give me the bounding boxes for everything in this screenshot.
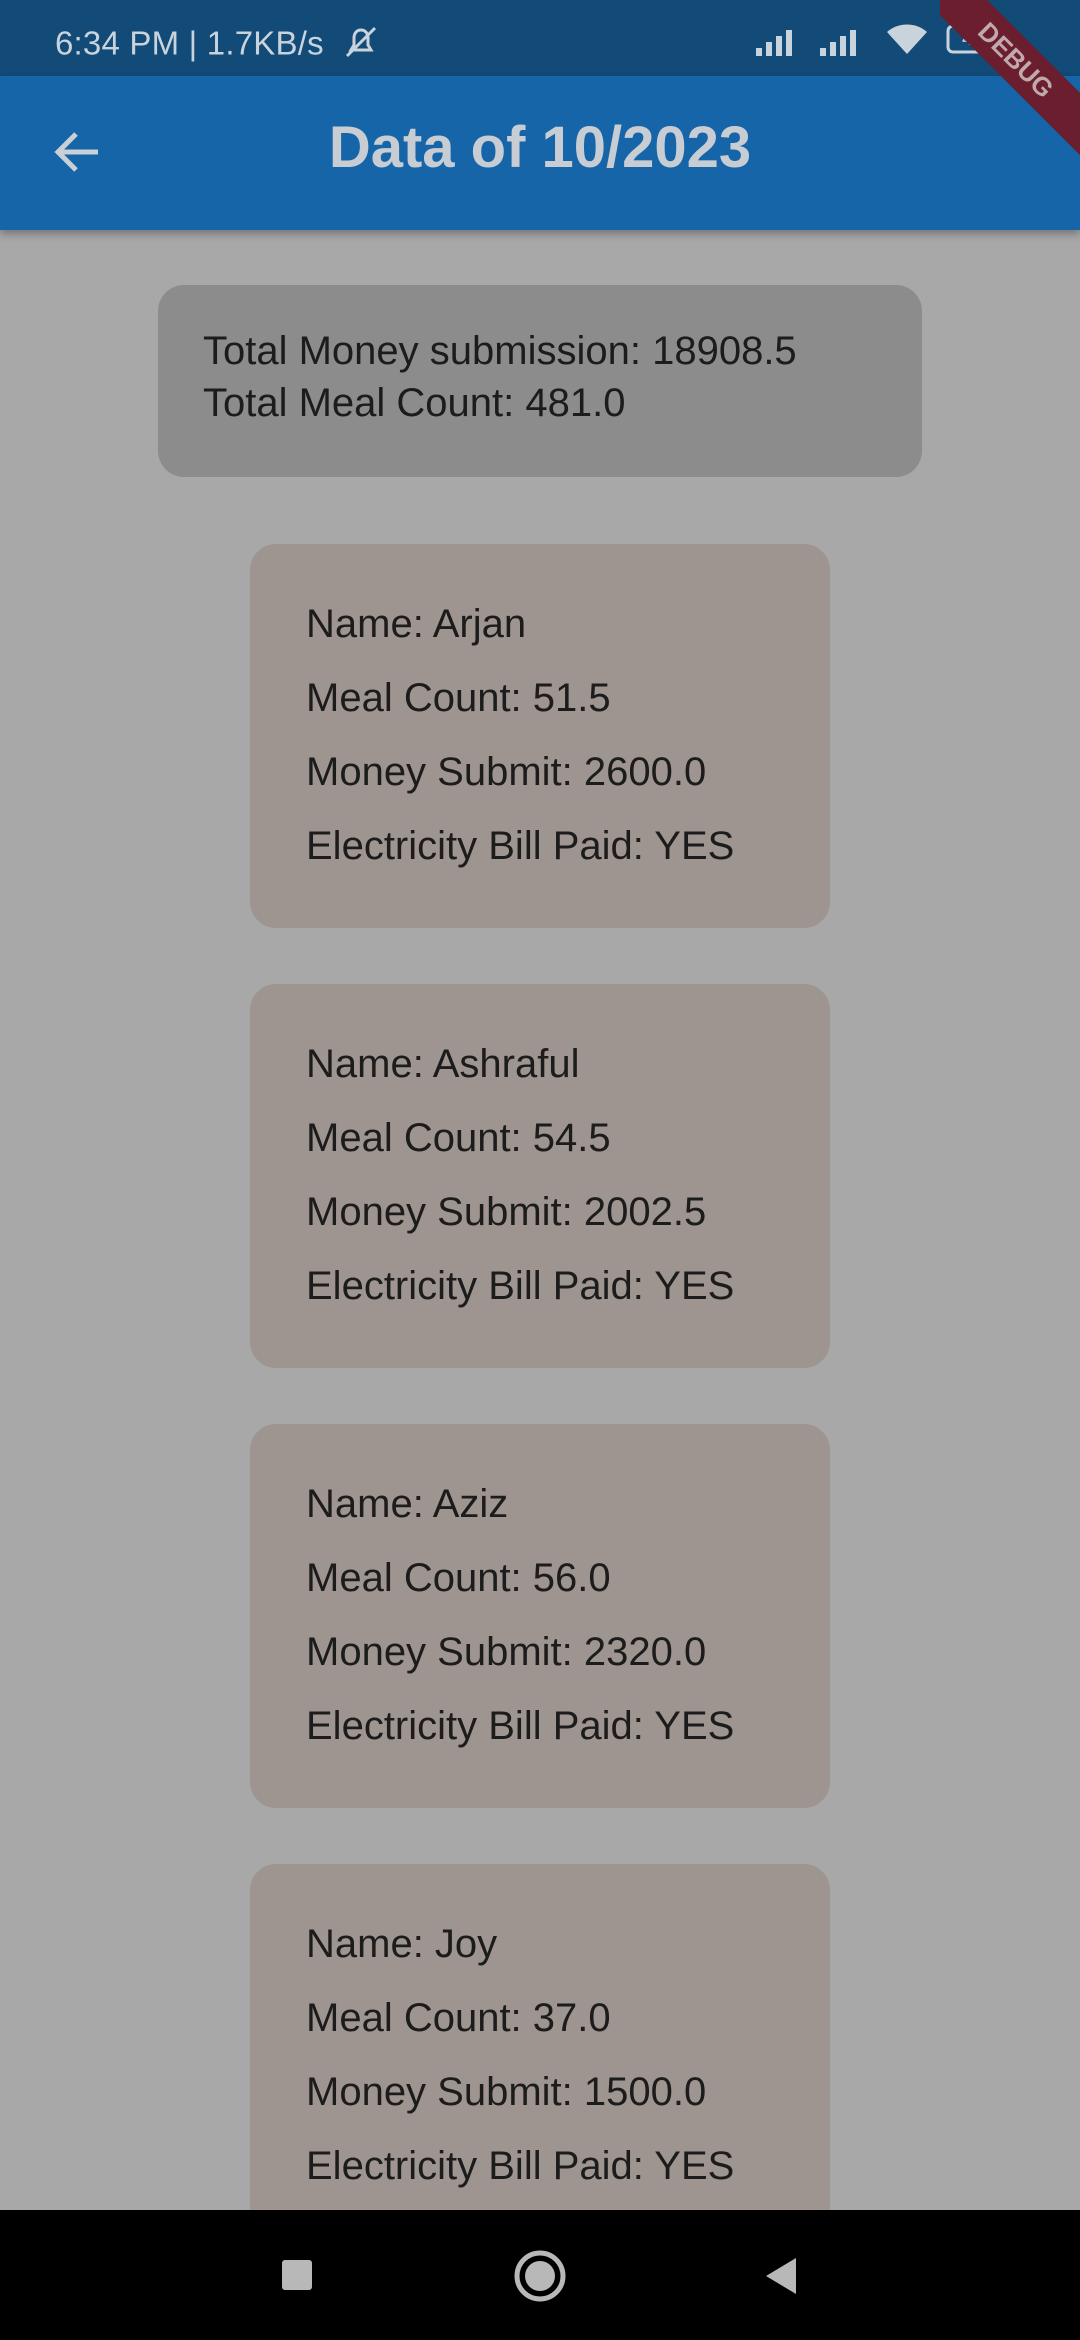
- status-time-text: 6:34 PM | 1.7KB/s: [55, 24, 324, 62]
- member-name: Name: Arjan: [306, 602, 527, 646]
- member-name: Name: Joy: [306, 1922, 498, 1966]
- debug-banner-clip: DEBUG: [940, 0, 1080, 160]
- square-icon: [282, 2260, 312, 2290]
- page-title: Data of 10/2023: [328, 115, 752, 180]
- member-bill-paid: Electricity Bill Paid: YES: [306, 1264, 735, 1308]
- total-money-text: Total Money submission: 18908.5: [203, 329, 797, 373]
- member-money-submit: Money Submit: 1500.0: [306, 2070, 707, 2114]
- member-meal-count: Meal Count: 51.5: [306, 676, 611, 720]
- member-meal-count: Meal Count: 56.0: [306, 1556, 611, 1600]
- member-meal-count: Meal Count: 37.0: [306, 1996, 611, 2040]
- member-bill-paid: Electricity Bill Paid: YES: [306, 824, 735, 868]
- recent-apps-button[interactable]: [280, 2258, 314, 2297]
- app-bar: Data of 10/2023: [0, 76, 1080, 230]
- wifi-icon: [884, 22, 930, 61]
- home-button[interactable]: [512, 2248, 568, 2309]
- system-nav-bar: [0, 2210, 1080, 2340]
- cell-signal-icon-2: [820, 26, 868, 61]
- member-money-submit: Money Submit: 2320.0: [306, 1630, 707, 1674]
- member-card: Name: Ashraful Meal Count: 54.5 Money Su…: [250, 984, 830, 1368]
- member-bill-paid: Electricity Bill Paid: YES: [306, 1704, 735, 1748]
- member-meal-count: Meal Count: 54.5: [306, 1116, 611, 1160]
- member-money-submit: Money Submit: 2002.5: [306, 1190, 707, 1234]
- member-card: Name: Joy Meal Count: 37.0 Money Submit:…: [250, 1864, 830, 2248]
- status-time: 6:34 PM | 1.7KB/s: [55, 24, 381, 68]
- member-name: Name: Ashraful: [306, 1042, 580, 1086]
- circle-icon: [514, 2250, 566, 2302]
- triangle-back-icon: [766, 2258, 796, 2294]
- member-bill-paid: Electricity Bill Paid: YES: [306, 2144, 735, 2188]
- summary-card: Total Money submission: 18908.5 Total Me…: [158, 285, 922, 477]
- cell-signal-icon: [756, 26, 804, 61]
- member-money-submit: Money Submit: 2600.0: [306, 750, 707, 794]
- member-card: Name: Aziz Meal Count: 56.0 Money Submit…: [250, 1424, 830, 1808]
- member-name: Name: Aziz: [306, 1482, 509, 1526]
- debug-banner: DEBUG: [940, 0, 1080, 160]
- total-meal-text: Total Meal Count: 481.0: [203, 381, 626, 425]
- bell-off-icon: [341, 24, 381, 68]
- member-card: Name: Arjan Meal Count: 51.5 Money Submi…: [250, 544, 830, 928]
- nav-back-button[interactable]: [762, 2256, 800, 2301]
- status-bar: 6:34 PM | 1.7KB/s: [0, 0, 1080, 76]
